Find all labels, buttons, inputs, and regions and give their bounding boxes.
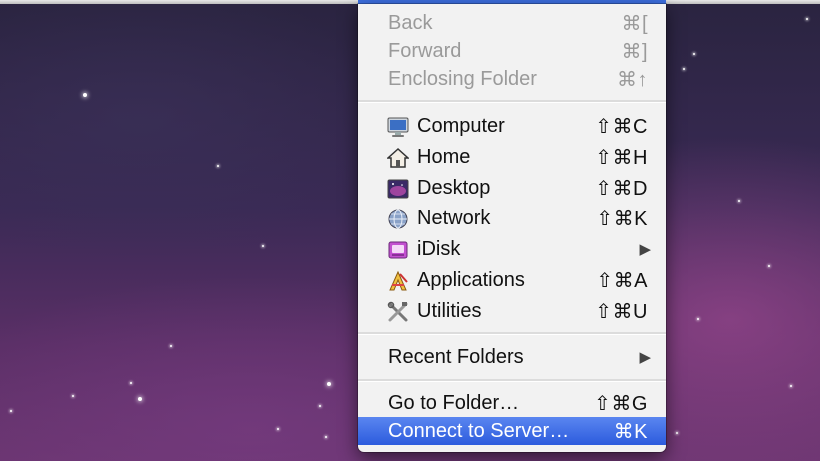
menu-item-label: Forward	[388, 39, 462, 62]
star	[325, 436, 327, 438]
menu-item-computer[interactable]: Computer ⇧⌘C	[358, 112, 666, 140]
menu-item-shortcut: ⇧⌘H	[595, 146, 648, 169]
star	[768, 265, 770, 267]
menu-item-label: Go to Folder…	[388, 391, 520, 414]
star	[790, 385, 792, 387]
star	[676, 432, 678, 434]
idisk-icon	[388, 241, 408, 259]
menu-separator	[358, 100, 666, 103]
menu-item-go-to-folder[interactable]: Go to Folder… ⇧⌘G	[358, 389, 666, 417]
menu-item-enclosing-folder[interactable]: Enclosing Folder ⌘↑	[358, 65, 666, 93]
menu-item-shortcut: ⇧⌘U	[595, 300, 648, 323]
menu-item-idisk[interactable]: iDisk ▶	[358, 235, 666, 263]
submenu-arrow-icon: ▶	[639, 349, 651, 366]
menu-item-forward[interactable]: Forward ⌘]	[358, 37, 666, 65]
star	[327, 382, 331, 386]
menu-item-shortcut: ⌘]	[621, 40, 648, 63]
star	[697, 318, 699, 320]
menu-item-recent-folders[interactable]: Recent Folders ▶	[358, 343, 666, 371]
menu-item-label: Desktop	[417, 176, 491, 199]
menu-item-shortcut: ⇧⌘K	[596, 207, 648, 230]
desktop-icon	[387, 179, 409, 199]
menu-separator	[358, 332, 666, 335]
menu-item-network[interactable]: Network ⇧⌘K	[358, 204, 666, 232]
star	[277, 428, 279, 430]
menu-item-label: Enclosing Folder	[388, 67, 537, 90]
computer-icon	[387, 117, 409, 137]
menu-item-back[interactable]: Back ⌘[	[358, 9, 666, 37]
menu-item-label: Home	[417, 145, 471, 168]
go-menu: Back ⌘[ Forward ⌘] Enclosing Folder ⌘↑ C…	[358, 4, 666, 452]
submenu-arrow-icon: ▶	[639, 241, 651, 258]
star	[319, 405, 321, 407]
menu-item-connect-to-server[interactable]: Connect to Server… ⌘K	[358, 417, 666, 445]
menu-item-shortcut: ⇧⌘C	[595, 115, 648, 138]
menu-item-applications[interactable]: Applications ⇧⌘A	[358, 266, 666, 294]
menu-item-label: Connect to Server…	[388, 419, 570, 442]
network-icon	[388, 209, 408, 229]
menu-item-shortcut: ⇧⌘D	[595, 177, 648, 200]
menu-item-label: Computer	[417, 114, 505, 137]
star	[83, 93, 87, 97]
menu-item-label: iDisk	[417, 237, 461, 260]
star	[72, 395, 74, 397]
menu-item-shortcut: ⌘K	[613, 420, 648, 443]
menu-item-desktop[interactable]: Desktop ⇧⌘D	[358, 174, 666, 202]
star	[10, 410, 12, 412]
utilities-icon	[387, 301, 408, 322]
menu-item-label: Utilities	[417, 299, 482, 322]
menu-item-label: Applications	[417, 268, 525, 291]
menu-item-shortcut: ⇧⌘G	[594, 392, 648, 415]
applications-icon	[389, 270, 408, 291]
menu-separator	[358, 379, 666, 382]
menu-item-label: Back	[388, 11, 433, 34]
star	[683, 68, 685, 70]
star	[262, 245, 264, 247]
menu-item-shortcut: ⌘↑	[617, 68, 648, 91]
star	[217, 165, 219, 167]
menu-item-shortcut: ⌘[	[621, 12, 648, 35]
star	[170, 345, 172, 347]
home-icon	[387, 147, 409, 168]
menu-item-utilities[interactable]: Utilities ⇧⌘U	[358, 297, 666, 325]
star	[738, 200, 740, 202]
menu-item-home[interactable]: Home ⇧⌘H	[358, 143, 666, 171]
menu-item-label: Network	[417, 206, 491, 229]
star	[138, 397, 142, 401]
menu-item-label: Recent Folders	[388, 345, 524, 368]
star	[693, 53, 695, 55]
star	[806, 18, 808, 20]
menu-item-shortcut: ⇧⌘A	[596, 269, 648, 292]
star	[130, 382, 132, 384]
